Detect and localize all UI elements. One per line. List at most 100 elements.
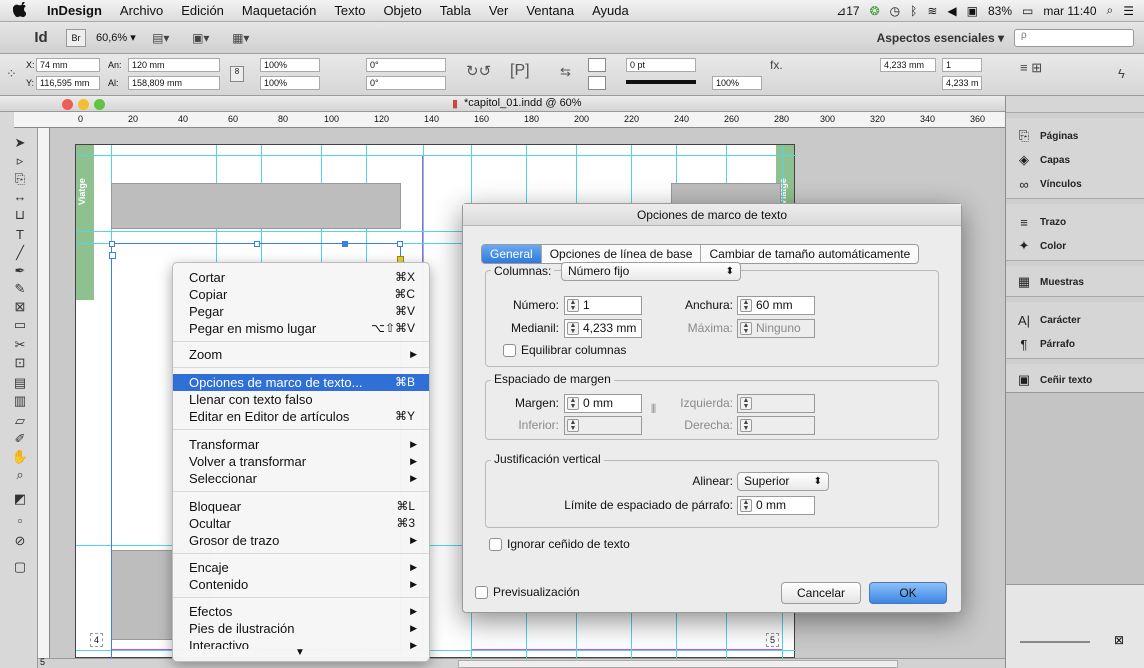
- gutter-field[interactable]: 4,233 m: [942, 76, 982, 90]
- menu-ventana[interactable]: Ventana: [517, 3, 583, 18]
- panel-text-wrap[interactable]: ▣ Ceñir texto: [1006, 368, 1144, 392]
- reference-point-icon[interactable]: ⁘: [6, 66, 17, 82]
- menu-item-seleccionar[interactable]: Seleccionar ▶: [173, 470, 429, 487]
- fit-view-icon[interactable]: ⊠: [1114, 633, 1124, 647]
- top-inset-field[interactable]: ▲ ▼ 0 mm: [564, 394, 642, 413]
- type-tool-icon[interactable]: T: [9, 226, 31, 244]
- content-collector-icon[interactable]: ⊔: [9, 206, 31, 224]
- columns-type-select[interactable]: Número fijo ⬍: [561, 262, 741, 281]
- cancel-button[interactable]: Cancelar: [781, 582, 861, 604]
- stepper-icon[interactable]: ▲ ▼: [567, 322, 579, 335]
- flip-icon[interactable]: ⇆: [560, 64, 571, 80]
- menu-texto[interactable]: Texto: [325, 3, 374, 18]
- display-icon[interactable]: ▣: [967, 4, 978, 18]
- rotate-icon[interactable]: ↻↺: [466, 62, 491, 80]
- arrange-documents-icon[interactable]: ▦▾: [226, 28, 256, 48]
- menu-indesign[interactable]: InDesign: [38, 3, 111, 18]
- horizontal-scrollbar[interactable]: [458, 660, 898, 668]
- document-title[interactable]: *capitol_01.indd @ 60%: [464, 97, 582, 109]
- help-search-input[interactable]: ρ: [1014, 28, 1134, 47]
- menu-scroll-down-icon[interactable]: ▼: [295, 647, 305, 658]
- time-machine-icon[interactable]: ◷: [890, 4, 900, 18]
- menu-item-ocultar[interactable]: Ocultar ⌘3: [173, 515, 429, 532]
- shear-field[interactable]: 0°: [366, 76, 446, 90]
- menu-item-encaje[interactable]: Encaje ▶: [173, 559, 429, 576]
- menu-item-grosor-trazo[interactable]: Grosor de trazo ▶: [173, 532, 429, 549]
- menu-item-bloquear[interactable]: Bloquear ⌘L: [173, 498, 429, 515]
- menu-item-volver-transformar[interactable]: Volver a transformar ▶: [173, 453, 429, 470]
- note-tool-icon[interactable]: ▱: [9, 412, 31, 430]
- menu-ayuda[interactable]: Ayuda: [583, 3, 638, 18]
- page-tool-icon[interactable]: ⎘: [9, 170, 31, 188]
- zoom-select[interactable]: 60,6% ▾: [96, 31, 136, 44]
- minimize-window-icon[interactable]: [78, 99, 89, 110]
- stroke-type-select[interactable]: [626, 80, 696, 84]
- menu-objeto[interactable]: Objeto: [374, 3, 430, 18]
- anchor-handle[interactable]: [342, 241, 348, 247]
- paragraph-spacing-limit-field[interactable]: ▲ ▼ 0 mm: [737, 496, 815, 515]
- width-field[interactable]: 120 mm: [128, 58, 220, 72]
- menu-archivo[interactable]: Archivo: [111, 3, 172, 18]
- menu-item-texto-falso[interactable]: Llenar con texto falso: [173, 391, 429, 408]
- menu-item-transformar[interactable]: Transformar ▶: [173, 436, 429, 453]
- menu-item-pegar-en-mismo-lugar[interactable]: Pegar en mismo lugar ⌥⇧⌘V: [173, 320, 429, 337]
- stepper-icon[interactable]: ▲ ▼: [740, 499, 752, 512]
- height-field[interactable]: 158,809 mm: [128, 76, 220, 90]
- menu-maquetacion[interactable]: Maquetación: [233, 3, 325, 18]
- number-field[interactable]: ▲ ▼ 1: [564, 296, 642, 315]
- bridge-button[interactable]: Br: [66, 28, 86, 47]
- gap-tool-icon[interactable]: ↔: [9, 188, 31, 206]
- menu-edicion[interactable]: Edición: [172, 3, 233, 18]
- adobe-status-icon[interactable]: ⊿17: [836, 4, 859, 18]
- panel-color[interactable]: ✦ Color: [1006, 234, 1144, 258]
- stroke-swatch-icon[interactable]: [588, 76, 606, 90]
- rotation-field[interactable]: 0°: [366, 58, 446, 72]
- menu-item-efectos[interactable]: Efectos ▶: [173, 603, 429, 620]
- stepper-icon[interactable]: ▲ ▼: [567, 397, 579, 410]
- screen-mode-icon[interactable]: ▣▾: [186, 28, 216, 48]
- y-field[interactable]: 116,595 mm: [36, 76, 100, 90]
- selection-handle[interactable]: [109, 241, 115, 247]
- stroke-weight-field[interactable]: 0 pt: [626, 58, 696, 72]
- zoom-window-icon[interactable]: [94, 99, 105, 110]
- menu-item-pegar[interactable]: Pegar ⌘V: [173, 303, 429, 320]
- menu-item-copiar[interactable]: Copiar ⌘C: [173, 286, 429, 303]
- effects-icon[interactable]: fx.: [770, 58, 783, 72]
- ignore-text-wrap-checkbox[interactable]: [489, 538, 502, 551]
- battery-label[interactable]: 83%: [988, 4, 1012, 18]
- width-field[interactable]: ▲ ▼ 60 mm: [737, 296, 815, 315]
- menu-item-contenido[interactable]: Contenido ▶: [173, 576, 429, 593]
- panel-pages[interactable]: ⎘ Páginas: [1006, 124, 1144, 148]
- menu-tabla[interactable]: Tabla: [431, 3, 480, 18]
- menu-item-opciones-marco-texto[interactable]: Opciones de marco de texto... ⌘B: [173, 374, 429, 391]
- panel-stroke[interactable]: ≡ Trazo: [1006, 210, 1144, 234]
- frame-type-icon[interactable]: [P]: [510, 62, 530, 80]
- view-options-icon[interactable]: ▤▾: [146, 28, 176, 48]
- stepper-icon[interactable]: ▲ ▼: [567, 299, 579, 312]
- balance-columns-checkbox[interactable]: [503, 344, 516, 357]
- stepper-icon[interactable]: ▲ ▼: [740, 299, 752, 312]
- preview-checkbox[interactable]: [475, 586, 488, 599]
- panel-character[interactable]: A| Carácter: [1006, 308, 1144, 332]
- align-icon[interactable]: ≡ ⊞: [1020, 60, 1042, 76]
- menu-item-zoom[interactable]: Zoom ▶: [173, 346, 429, 363]
- selection-handle[interactable]: [397, 241, 403, 247]
- scale-x-field[interactable]: 100%: [260, 58, 320, 72]
- panel-paragraph[interactable]: ¶ Párrafo: [1006, 332, 1144, 356]
- spotlight-icon[interactable]: ⌕: [1107, 3, 1114, 18]
- link-insets-icon[interactable]: ⫴: [651, 402, 656, 417]
- panel-swatches[interactable]: ▦ Muestras: [1006, 270, 1144, 294]
- eyedropper-tool-icon[interactable]: ✐: [9, 430, 31, 448]
- constrain-proportions-icon[interactable]: 8: [230, 66, 244, 82]
- column-width-field[interactable]: 4,233 mm: [880, 58, 936, 72]
- gradient-feather-tool-icon[interactable]: ▥: [9, 392, 31, 410]
- tab-general[interactable]: General: [482, 245, 542, 263]
- direct-selection-tool-icon[interactable]: ▹: [9, 152, 31, 170]
- tab-auto-size[interactable]: Cambiar de tamaño automáticamente: [701, 245, 918, 263]
- format-affects-container-icon[interactable]: ▫: [9, 512, 31, 530]
- selection-handle[interactable]: [254, 241, 260, 247]
- sync-icon[interactable]: ❂: [870, 4, 880, 18]
- wifi-icon[interactable]: ≋: [927, 4, 937, 18]
- in-port-icon[interactable]: [109, 252, 116, 259]
- bluetooth-icon[interactable]: ᛒ: [910, 4, 917, 18]
